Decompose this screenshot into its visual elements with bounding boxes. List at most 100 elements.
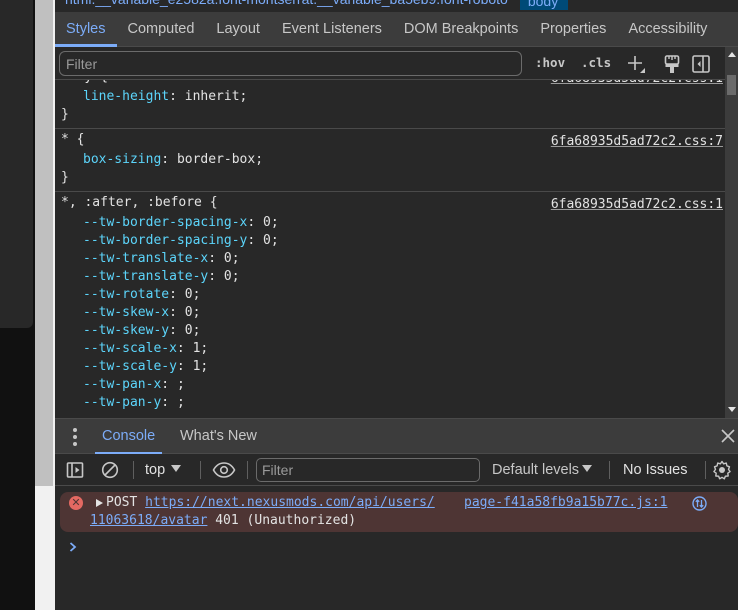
scroll-down-arrow-icon[interactable] — [728, 407, 736, 412]
styles-filter-input[interactable] — [59, 51, 522, 76]
scroll-up-arrow-icon[interactable] — [728, 52, 736, 57]
property-name[interactable]: --tw-rotate — [83, 287, 169, 302]
declaration[interactable]: --tw-pan-y: ; — [61, 394, 725, 412]
tab-console[interactable]: Console — [95, 419, 163, 455]
tab-dom-breakpoints[interactable]: DOM Breakpoints — [393, 12, 529, 46]
toggle-sidebar-icon[interactable] — [691, 54, 711, 74]
declaration[interactable]: line-height: inherit; — [61, 88, 725, 106]
request-url-link[interactable]: https://next.nexusmods.com/api/users/ — [145, 495, 435, 510]
request-method: POST — [106, 495, 138, 510]
declaration[interactable]: --tw-rotate: 0; — [61, 286, 725, 304]
toolbar-separator — [133, 461, 134, 479]
style-rule: * { 6fa68935d5ad72c2.css:7 box-sizing: b… — [55, 129, 725, 192]
property-name[interactable]: line-height — [83, 89, 169, 104]
breadcrumb-item-html[interactable]: html.__variable_e2582a.font-montserrat._… — [55, 0, 508, 6]
property-name[interactable]: --tw-scale-x — [83, 341, 177, 356]
console-toolbar: top Default levels No Issues — [55, 454, 738, 486]
property-name[interactable]: --tw-pan-x — [83, 377, 161, 392]
log-levels-dropdown[interactable]: Default levels — [492, 462, 593, 478]
rule-source-link[interactable]: 6fa68935d5ad72c2.css:7 — [551, 133, 723, 151]
network-request-icon[interactable] — [692, 496, 707, 511]
property-value[interactable]: border-box — [177, 152, 255, 167]
declaration[interactable]: --tw-scale-y: 1; — [61, 358, 725, 376]
tab-accessibility[interactable]: Accessibility — [617, 12, 718, 46]
declaration[interactable]: --tw-scale-x: 1; — [61, 340, 725, 358]
expand-triangle-icon[interactable] — [96, 499, 103, 507]
property-name[interactable]: --tw-translate-x — [83, 251, 208, 266]
console-settings-gear-icon[interactable] — [712, 460, 732, 480]
property-value[interactable]: 0 — [185, 305, 193, 320]
property-value[interactable]: 0 — [185, 287, 193, 302]
drawer-tabbar: Console What's New — [55, 418, 738, 455]
property-value[interactable]: 0 — [185, 323, 193, 338]
hov-button[interactable]: :hov — [535, 55, 565, 70]
style-rule: *, :after, :before { 6fa68935d5ad72c2.cs… — [55, 192, 725, 416]
declaration[interactable]: box-sizing: border-box; — [61, 151, 725, 169]
rule-source-link[interactable]: 6fa68935d5ad72c2.css:1 — [551, 196, 723, 214]
property-value[interactable]: 0 — [224, 269, 232, 284]
page-card — [0, 0, 33, 328]
declaration[interactable]: --tw-border-spacing-x: 0; — [61, 214, 725, 232]
error-text-line2: 11063618/avatar 401 (Unauthorized) — [90, 512, 356, 530]
elements-sidebar-tabs: Styles Computed Layout Event Listeners D… — [55, 12, 738, 47]
toolbar-separator — [200, 461, 201, 479]
new-style-rule-icon[interactable] — [626, 54, 646, 74]
tab-whats-new[interactable]: What's New — [173, 419, 264, 454]
console-prompt-icon[interactable] — [68, 541, 78, 553]
rule-close-brace: } — [61, 107, 69, 122]
property-name[interactable]: --tw-border-spacing-x — [83, 215, 247, 230]
close-drawer-icon[interactable] — [720, 428, 736, 444]
page-background — [0, 0, 34, 610]
toolbar-separator — [247, 461, 248, 479]
declaration[interactable]: --tw-pan-x: ; — [61, 376, 725, 394]
property-value[interactable]: 0 — [263, 233, 271, 248]
styles-scrollbar[interactable] — [725, 47, 738, 418]
declaration[interactable]: --tw-translate-y: 0; — [61, 268, 725, 286]
tab-layout[interactable]: Layout — [205, 12, 271, 46]
console-messages: ✕ POST https://next.nexusmods.com/api/us… — [55, 487, 738, 610]
property-name[interactable]: box-sizing — [83, 152, 161, 167]
declaration[interactable]: --tw-skew-x: 0; — [61, 304, 725, 322]
property-name[interactable]: --tw-skew-x — [83, 305, 169, 320]
cls-button[interactable]: .cls — [581, 55, 611, 70]
dropdown-caret-icon — [582, 465, 593, 472]
error-icon: ✕ — [69, 496, 83, 510]
toolbar-separator — [705, 461, 706, 479]
tab-properties[interactable]: Properties — [529, 12, 617, 46]
property-value[interactable]: inherit — [185, 89, 240, 104]
request-url-link-cont[interactable]: 11063618/avatar — [90, 513, 207, 528]
property-value[interactable]: 0 — [224, 251, 232, 266]
console-filter-input[interactable] — [256, 458, 480, 482]
paint-brush-icon[interactable] — [662, 54, 682, 74]
styles-rules-pane: body { 6fa68935d5ad72c2.css:1 line-heigh… — [55, 80, 725, 418]
breadcrumb: html.__variable_e2582a.font-montserrat._… — [55, 0, 738, 12]
tab-event-listeners[interactable]: Event Listeners — [271, 12, 393, 46]
response-status: 401 (Unauthorized) — [215, 513, 357, 528]
property-name[interactable]: --tw-scale-y — [83, 359, 177, 374]
rule-close-brace: } — [61, 170, 69, 185]
more-tools-icon[interactable] — [72, 428, 78, 446]
page-panel — [35, 486, 53, 610]
show-console-sidebar-icon[interactable] — [66, 461, 84, 479]
rule-source-link[interactable]: 6fa68935d5ad72c2.css:1 — [551, 80, 723, 88]
error-text-line1: POST https://next.nexusmods.com/api/user… — [106, 494, 435, 512]
declaration[interactable]: --tw-border-spacing-y: 0; — [61, 232, 725, 250]
context-selector[interactable]: top — [145, 462, 182, 478]
property-name[interactable]: --tw-skew-y — [83, 323, 169, 338]
declaration[interactable]: --tw-skew-y: 0; — [61, 322, 725, 340]
property-name[interactable]: --tw-border-spacing-y — [83, 233, 247, 248]
scrollbar-thumb[interactable] — [727, 75, 736, 95]
devtools-panel: html.__variable_e2582a.font-montserrat._… — [55, 0, 738, 610]
issues-counter[interactable]: No Issues — [623, 462, 687, 478]
property-value[interactable]: 0 — [263, 215, 271, 230]
tab-computed[interactable]: Computed — [117, 12, 206, 46]
error-source-link[interactable]: page-f41a58fb9a15b77c.js:1 — [464, 494, 668, 512]
tab-styles[interactable]: Styles — [55, 12, 117, 47]
breadcrumb-item-body[interactable]: body — [519, 0, 569, 10]
property-name[interactable]: --tw-translate-y — [83, 269, 208, 284]
declaration[interactable]: --tw-translate-x: 0; — [61, 250, 725, 268]
console-error-message[interactable]: ✕ POST https://next.nexusmods.com/api/us… — [60, 492, 738, 532]
clear-console-icon[interactable] — [101, 461, 119, 479]
live-expression-eye-icon[interactable] — [212, 461, 236, 479]
property-name[interactable]: --tw-pan-y — [83, 395, 161, 410]
